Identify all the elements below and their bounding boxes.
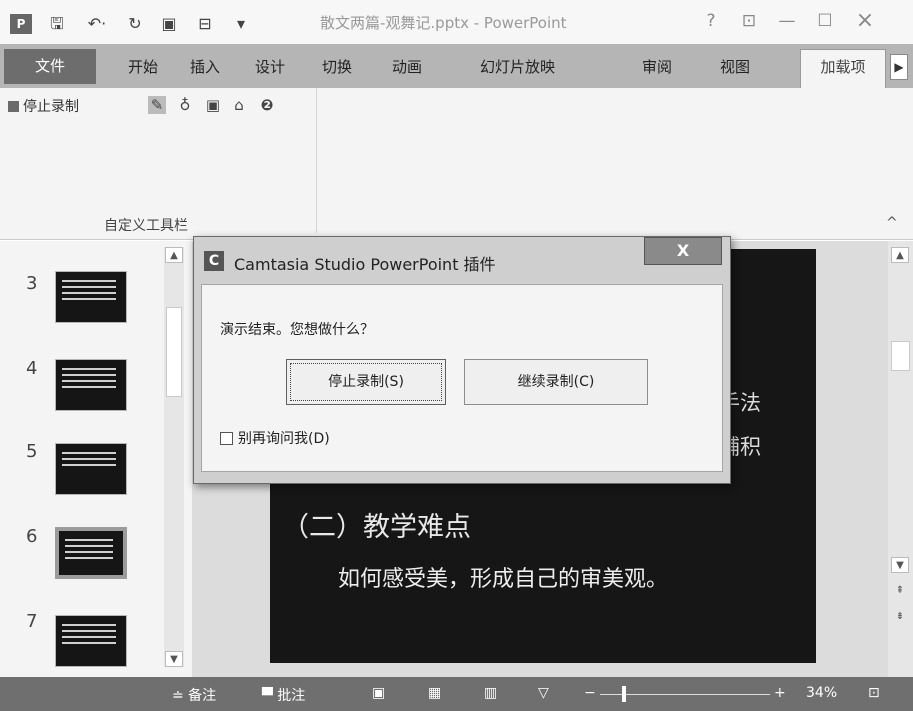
options-icon[interactable]: ⌂ <box>230 96 248 114</box>
next-slide-icon[interactable]: ⇟ <box>891 609 909 625</box>
previous-slide-icon[interactable]: ⇞ <box>891 583 909 599</box>
scrollbar-thumb[interactable] <box>166 307 182 397</box>
slide-number: 7 <box>26 611 38 632</box>
notes-button[interactable]: ≐ 备注 <box>172 685 216 705</box>
comments-button[interactable]: ▀ 批注 <box>262 685 305 705</box>
ribbon-group-divider <box>316 88 317 233</box>
dont-ask-again-checkbox[interactable] <box>220 432 233 445</box>
redo-icon[interactable]: ↻ <box>124 14 146 34</box>
tab-design[interactable]: 设计 <box>255 56 285 77</box>
slide-scrollbar[interactable]: ▲ ▼ ⇞ ⇟ <box>888 241 913 677</box>
collapse-ribbon-button[interactable]: ^ <box>886 215 898 231</box>
reading-view-icon[interactable]: ▥ <box>484 685 497 701</box>
slide-number: 6 <box>26 526 38 547</box>
tabs-scroll-right-button[interactable]: ▶ <box>890 54 908 80</box>
present-online-icon[interactable]: ⊟ <box>194 14 216 34</box>
tab-animations[interactable]: 动画 <box>392 56 422 77</box>
status-bar: ≐ 备注 ▀ 批注 ▣ ▦ ▥ ▽ − + 34% ⊡ <box>0 677 913 711</box>
normal-view-icon[interactable]: ▣ <box>372 685 385 701</box>
zoom-out-button[interactable]: − <box>584 685 596 701</box>
continue-recording-button[interactable]: 继续录制(C) <box>464 359 648 405</box>
slide-thumbnail-pane: 3 4 5 6 7 ▲ ▼ <box>0 241 192 677</box>
help-button[interactable]: ? <box>698 10 724 32</box>
dialog-close-button[interactable]: X <box>644 237 722 265</box>
window-title: 散文两篇-观舞记.pptx - PowerPoint <box>320 14 567 32</box>
powerpoint-app-icon: P <box>10 14 32 34</box>
tab-review[interactable]: 审阅 <box>642 56 672 77</box>
slide-thumbnail[interactable] <box>55 271 127 323</box>
maximize-button[interactable]: ☐ <box>812 10 838 32</box>
save-icon[interactable]: 🖫 <box>46 14 68 34</box>
slide-thumbnail[interactable] <box>55 443 127 495</box>
slide-thumbnail[interactable] <box>55 615 127 667</box>
zoom-in-button[interactable]: + <box>774 685 786 701</box>
slide-number: 5 <box>26 441 38 462</box>
camera-icon[interactable]: ▣ <box>204 96 222 114</box>
scroll-up-arrow-icon[interactable]: ▲ <box>165 247 183 263</box>
tab-transitions[interactable]: 切换 <box>322 56 352 77</box>
dialog-message: 演示结束。您想做什么？ <box>220 322 374 338</box>
scrollbar-thumb[interactable] <box>891 341 910 371</box>
scroll-down-arrow-icon[interactable]: ▼ <box>165 651 183 667</box>
stop-recording-ribbon-button[interactable]: 停止录制 <box>8 96 79 116</box>
dialog-title: Camtasia Studio PowerPoint 插件 <box>234 255 496 274</box>
help-icon[interactable]: ❷ <box>258 96 276 114</box>
record-settings-icon[interactable]: ✎ <box>148 96 166 114</box>
tab-file[interactable]: 文件 <box>4 49 96 84</box>
slide-thumbnail[interactable] <box>55 359 127 411</box>
stop-recording-label: 停止录制 <box>23 99 79 115</box>
start-from-beginning-icon[interactable]: ▣ <box>158 14 180 34</box>
slide-show-icon[interactable]: ▽ <box>538 685 549 701</box>
dialog-body: 演示结束。您想做什么？ 停止录制(S) 继续录制(C) 别再询问我(D) <box>201 284 723 472</box>
tab-add-ins[interactable]: 加载项 <box>800 49 886 88</box>
powerpoint-window: P 🖫 ↶· ↻ ▣ ⊟ ▾ 散文两篇-观舞记.pptx - PowerPoin… <box>0 0 913 711</box>
ribbon-panel: 停止录制 ✎ ♁ ▣ ⌂ ❷ 自定义工具栏 ^ <box>0 88 913 240</box>
tab-view[interactable]: 视图 <box>720 56 750 77</box>
tab-slide-show[interactable]: 幻灯片放映 <box>480 56 555 77</box>
zoom-level[interactable]: 34% <box>806 685 837 701</box>
slide-body-text: 如何感受美，形成自己的审美观。 <box>338 567 669 592</box>
camtasia-dialog: C Camtasia Studio PowerPoint 插件 X 演示结束。您… <box>193 236 731 484</box>
customize-quick-access-icon[interactable]: ▾ <box>230 14 252 34</box>
ribbon-display-options-button[interactable]: ⊡ <box>736 10 762 32</box>
ribbon-group-label: 自定义工具栏 <box>104 218 188 234</box>
ribbon-tabs: 文件 开始 插入 设计 切换 动画 幻灯片放映 审阅 视图 加载项 ▶ <box>0 44 913 88</box>
tab-home[interactable]: 开始 <box>128 56 158 77</box>
thumbnail-scrollbar[interactable]: ▲ ▼ <box>164 247 184 667</box>
slide-heading: （二）教学难点 <box>282 512 471 543</box>
camtasia-icon: C <box>204 251 224 271</box>
tab-insert[interactable]: 插入 <box>190 56 220 77</box>
close-window-button[interactable]: × <box>852 10 878 32</box>
dont-ask-again-label[interactable]: 别再询问我(D) <box>238 428 330 448</box>
undo-icon[interactable]: ↶· <box>82 14 112 34</box>
fit-to-window-icon[interactable]: ⊡ <box>868 685 880 701</box>
stop-icon <box>8 100 19 112</box>
slide-number: 4 <box>26 358 38 379</box>
scroll-up-arrow-icon[interactable]: ▲ <box>891 247 909 263</box>
minimize-button[interactable]: — <box>774 10 800 32</box>
zoom-slider-knob[interactable] <box>621 686 626 702</box>
slide-sorter-icon[interactable]: ▦ <box>428 685 441 701</box>
scroll-down-arrow-icon[interactable]: ▼ <box>891 557 909 573</box>
audio-icon[interactable]: ♁ <box>176 96 194 114</box>
slide-number: 3 <box>26 273 38 294</box>
title-bar: P 🖫 ↶· ↻ ▣ ⊟ ▾ 散文两篇-观舞记.pptx - PowerPoin… <box>0 0 913 44</box>
slide-thumbnail-selected[interactable] <box>55 527 127 579</box>
stop-recording-button[interactable]: 停止录制(S) <box>286 359 446 405</box>
